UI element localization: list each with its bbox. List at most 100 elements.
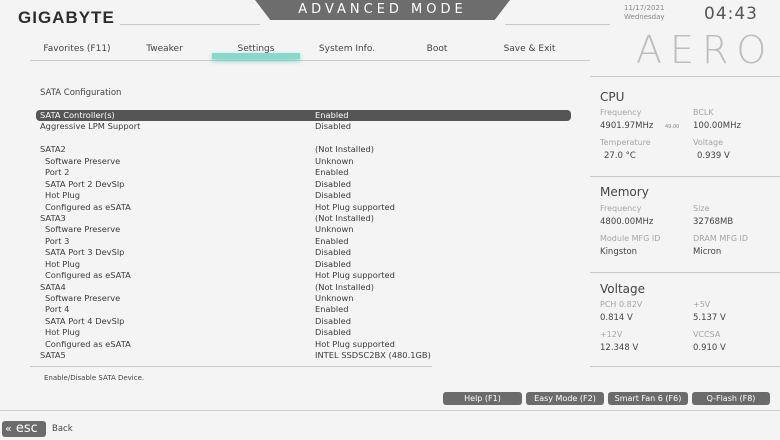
weekday-text: Wednesday bbox=[624, 13, 665, 21]
cpu-temperature-value: 27.0 °C bbox=[604, 151, 636, 161]
setting-software-preserve: Software Preserve Unknown bbox=[36, 293, 571, 304]
bottom-divider bbox=[0, 410, 780, 411]
setting-label: Hot Plug bbox=[45, 190, 81, 201]
dram-mfg-value: Micron bbox=[693, 247, 722, 257]
help-description: Enable/Disable SATA Device. bbox=[44, 374, 145, 382]
tab-label: Tweaker bbox=[146, 44, 183, 54]
setting-sata3-header: SATA3 (Not Installed) bbox=[36, 213, 571, 224]
setting-port-2[interactable]: Port 2 Enabled bbox=[36, 167, 571, 178]
aero-brand-logo: AERO bbox=[636, 28, 775, 72]
setting-value: Hot Plug supported bbox=[315, 338, 395, 349]
cpu-title: CPU bbox=[600, 90, 625, 104]
setting-value: Disabled bbox=[315, 190, 352, 201]
easy-mode-button[interactable]: Easy Mode (F2) bbox=[526, 392, 604, 405]
setting-hot-plug[interactable]: Hot Plug Disabled bbox=[36, 259, 571, 270]
setting-value: Disabled bbox=[315, 258, 352, 269]
memory-frequency-label: Frequency bbox=[600, 204, 642, 213]
setting-value: Hot Plug supported bbox=[315, 270, 395, 281]
tab-tweaker[interactable]: Tweaker bbox=[127, 44, 202, 58]
settings-list: SATA Controller(s) Enabled Aggressive LPM… bbox=[36, 110, 571, 362]
dram-mfg-label: DRAM MFG ID bbox=[693, 234, 749, 243]
pch-value: 0.814 V bbox=[600, 313, 633, 323]
cpu-bclk-label: BCLK bbox=[693, 108, 714, 117]
setting-label: Configured as eSATA bbox=[45, 201, 131, 212]
cpu-ratio-value: 49.00 bbox=[665, 124, 680, 130]
setting-configured-esata: Configured as eSATA Hot Plug supported bbox=[36, 270, 571, 281]
setting-software-preserve: Software Preserve Unknown bbox=[36, 224, 571, 235]
setting-label: Port 3 bbox=[45, 235, 70, 246]
section-title: SATA Configuration bbox=[40, 88, 122, 98]
setting-port-2-devslp[interactable]: SATA Port 2 DevSlp Disabled bbox=[36, 179, 571, 190]
main-tabs: Favorites (F11) Tweaker Settings System … bbox=[32, 44, 572, 64]
setting-label: Port 4 bbox=[45, 304, 70, 315]
setting-port-4-devslp[interactable]: SATA Port 4 DevSlp Disabled bbox=[36, 316, 571, 327]
setting-value: Unknown bbox=[315, 293, 354, 303]
v12-value: 12.348 V bbox=[600, 343, 639, 353]
setting-value: Enabled bbox=[315, 304, 349, 315]
setting-label: SATA Port 4 DevSlp bbox=[45, 315, 125, 326]
setting-label: SATA5 bbox=[40, 350, 66, 361]
qflash-button[interactable]: Q-Flash (F8) bbox=[692, 392, 770, 405]
cpu-voltage-label: Voltage bbox=[693, 138, 724, 147]
setting-hot-plug[interactable]: Hot Plug Disabled bbox=[36, 327, 571, 338]
date-text: 11/17/2021 bbox=[624, 4, 665, 12]
setting-sata5: SATA5 INTEL SSDSC2BX (480.1GB) bbox=[36, 350, 571, 361]
setting-port-3[interactable]: Port 3 Enabled bbox=[36, 236, 571, 247]
setting-value: (Not Installed) bbox=[315, 144, 374, 155]
tab-system-info[interactable]: System Info. bbox=[307, 44, 387, 58]
chevron-double-left-icon: « bbox=[5, 422, 12, 435]
tab-label: Save & Exit bbox=[503, 44, 556, 54]
setting-value: Unknown bbox=[315, 155, 354, 166]
setting-label: SATA4 bbox=[40, 281, 66, 292]
tab-label: Boot bbox=[426, 44, 448, 54]
help-button[interactable]: Help (F1) bbox=[443, 392, 522, 405]
panel-divider bbox=[590, 176, 780, 177]
setting-sata4-header: SATA4 (Not Installed) bbox=[36, 282, 571, 293]
cpu-frequency-label: Frequency bbox=[600, 108, 642, 117]
setting-label: SATA2 bbox=[40, 144, 66, 155]
setting-value: Unknown bbox=[315, 224, 354, 235]
setting-port-4[interactable]: Port 4 Enabled bbox=[36, 304, 571, 315]
v12-label: +12V bbox=[600, 330, 623, 339]
smart-fan-button[interactable]: Smart Fan 6 (F6) bbox=[608, 392, 688, 405]
cpu-temperature-label: Temperature bbox=[600, 138, 651, 147]
cpu-frequency-value: 4901.97MHz bbox=[600, 121, 654, 131]
tab-boot[interactable]: Boot bbox=[402, 44, 472, 58]
tab-label: Favorites (F11) bbox=[43, 44, 111, 54]
setting-sata2-header: SATA2 (Not Installed) bbox=[36, 144, 571, 155]
setting-value: Enabled bbox=[315, 110, 349, 120]
setting-hot-plug[interactable]: Hot Plug Disabled bbox=[36, 190, 571, 201]
memory-title: Memory bbox=[600, 185, 649, 199]
cpu-bclk-value: 100.00MHz bbox=[693, 121, 741, 131]
setting-port-3-devslp[interactable]: SATA Port 3 DevSlp Disabled bbox=[36, 247, 571, 258]
setting-label: SATA Port 2 DevSlp bbox=[45, 178, 125, 189]
setting-label: Hot Plug bbox=[45, 258, 81, 269]
setting-label: Configured as eSATA bbox=[45, 338, 131, 349]
setting-value: Hot Plug supported bbox=[315, 201, 395, 212]
setting-value: Disabled bbox=[315, 121, 352, 132]
panel-divider bbox=[590, 366, 780, 367]
header-divider-left bbox=[120, 24, 260, 25]
setting-label: Aggressive LPM Support bbox=[40, 121, 141, 132]
time-display: 04:43 bbox=[704, 4, 758, 24]
setting-label: SATA3 bbox=[40, 212, 66, 223]
memory-frequency-value: 4800.00MHz bbox=[600, 217, 654, 227]
esc-back-button[interactable]: « esc bbox=[2, 421, 46, 437]
setting-label: Port 2 bbox=[45, 167, 70, 178]
esc-key-label: esc bbox=[15, 421, 38, 436]
setting-aggressive-lpm[interactable]: Aggressive LPM Support Disabled bbox=[36, 121, 571, 132]
tab-settings[interactable]: Settings bbox=[212, 44, 300, 59]
tab-favorites[interactable]: Favorites (F11) bbox=[32, 44, 122, 58]
tab-save-exit[interactable]: Save & Exit bbox=[487, 44, 572, 58]
back-label: Back bbox=[52, 424, 73, 434]
v5-label: +5V bbox=[693, 300, 711, 309]
cpu-voltage-value: 0.939 V bbox=[697, 151, 730, 161]
module-mfg-value: Kingston bbox=[600, 247, 638, 257]
setting-value: (Not Installed) bbox=[315, 212, 374, 223]
header-divider-right bbox=[505, 24, 610, 25]
setting-sata-controllers[interactable]: SATA Controller(s) Enabled bbox=[36, 110, 571, 122]
tab-label: Settings bbox=[237, 44, 275, 54]
mode-title: ADVANCED MODE bbox=[298, 2, 467, 17]
memory-size-value: 32768MB bbox=[693, 217, 734, 227]
setting-value: Disabled bbox=[315, 315, 352, 326]
